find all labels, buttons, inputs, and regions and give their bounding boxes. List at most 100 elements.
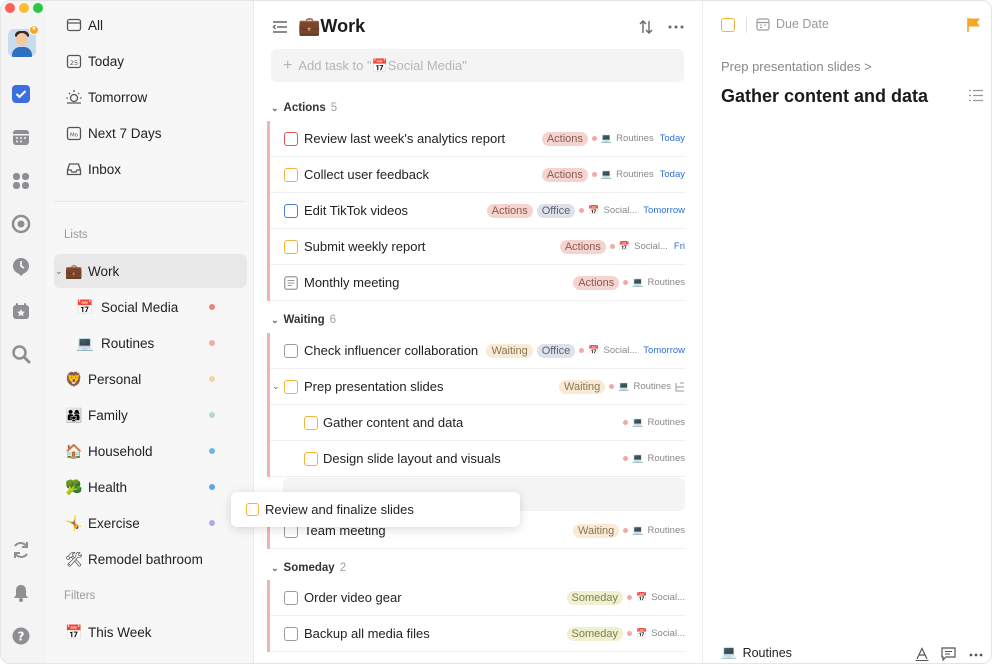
comment-icon[interactable] xyxy=(941,647,956,661)
sync-icon[interactable] xyxy=(11,540,31,560)
sidebar-item-inbox[interactable]: Inbox xyxy=(54,152,247,186)
breadcrumb[interactable]: Prep presentation slides > xyxy=(721,59,872,74)
minimize-window-button[interactable] xyxy=(19,3,29,13)
task-row[interactable]: Monthly meeting Actions 💻 Routines xyxy=(267,265,685,301)
dragged-task-card[interactable]: Review and finalize slides xyxy=(231,492,520,527)
tag-badge[interactable]: Actions xyxy=(573,275,620,290)
tag-badge[interactable]: Office xyxy=(536,203,576,218)
due-date-button[interactable]: Due Date xyxy=(756,17,829,31)
task-row[interactable]: Collect user feedback Actions 💻 Routines… xyxy=(267,157,685,193)
add-task-input[interactable]: + Add task to "📅Social Media" xyxy=(271,49,684,82)
task-list-name: Routines xyxy=(633,381,672,392)
notifications-bell-icon[interactable] xyxy=(11,583,31,603)
tag-badge[interactable]: Waiting xyxy=(559,379,606,394)
sidebar-item-personal[interactable]: 🦁 Personal xyxy=(54,362,247,396)
task-meta: Actions 💻 Routines Today xyxy=(541,167,685,182)
task-due-date: Fri xyxy=(673,241,685,252)
calendar-emoji-icon: 📅 xyxy=(588,205,600,215)
task-checkbox[interactable] xyxy=(284,131,298,146)
task-list-selector[interactable]: 💻 Routines xyxy=(721,645,792,660)
sidebar-item-social-media[interactable]: 📅 Social Media xyxy=(54,290,247,324)
task-checkbox[interactable] xyxy=(284,343,298,358)
sidebar-item-routines[interactable]: 💻 Routines xyxy=(54,326,247,360)
sidebar-item-work[interactable]: ⌄ 💼 Work xyxy=(54,254,247,288)
sidebar-item-remodel-bathroom[interactable]: 🛠 Remodel bathroom xyxy=(54,542,247,576)
sidebar-item-all[interactable]: All xyxy=(54,8,247,42)
sidebar-item-next-7-days[interactable]: Mo Next 7 Days xyxy=(54,116,247,150)
tag-badge[interactable]: Actions xyxy=(541,131,588,146)
briefcase-icon: 💼 xyxy=(65,262,83,279)
calendar-icon xyxy=(756,18,770,31)
countdown-icon[interactable] xyxy=(11,301,31,321)
close-window-button[interactable] xyxy=(5,3,15,13)
briefcase-icon: 💼 xyxy=(298,16,321,36)
sidebar-item-exercise[interactable]: 🤸 Exercise xyxy=(54,506,247,540)
group-header-someday[interactable]: ⌄ Someday 2 xyxy=(271,562,346,574)
task-meta: Waiting 💻 Routines xyxy=(573,523,685,538)
task-row[interactable]: ⌄ Prep presentation slides Waiting 💻 Rou… xyxy=(267,369,685,405)
eisenhower-matrix-icon[interactable] xyxy=(11,171,31,191)
tasks-icon[interactable] xyxy=(11,84,31,104)
subtasks-icon xyxy=(675,382,684,391)
tag-badge[interactable]: Office xyxy=(536,343,576,358)
task-list-name: Routines xyxy=(647,417,686,428)
task-title[interactable]: Gather content and data xyxy=(721,86,928,107)
laptop-icon: 💻 xyxy=(76,334,94,351)
group-header-actions[interactable]: ⌄ Actions 5 xyxy=(271,102,337,114)
note-task-icon[interactable] xyxy=(284,275,298,290)
task-due-date: Tomorrow xyxy=(643,205,685,216)
zoom-window-button[interactable] xyxy=(33,3,43,13)
sidebar-item-today[interactable]: 25 Today xyxy=(54,44,247,78)
task-row[interactable]: Order video gear Someday 📅 Social... xyxy=(267,580,685,616)
tag-badge[interactable]: Actions xyxy=(559,239,606,254)
chevron-down-icon[interactable]: ⌄ xyxy=(272,381,280,392)
tag-badge[interactable]: Actions xyxy=(541,167,588,182)
chevron-down-icon[interactable]: ⌄ xyxy=(55,266,63,277)
task-checkbox[interactable] xyxy=(284,239,298,254)
house-icon: 🏠 xyxy=(65,442,83,459)
task-checkbox[interactable] xyxy=(304,451,318,466)
group-header-waiting[interactable]: ⌄ Waiting 6 xyxy=(271,314,336,326)
more-options-icon[interactable] xyxy=(668,25,684,29)
task-checkbox[interactable] xyxy=(284,203,298,218)
subtask-list-icon[interactable] xyxy=(969,89,983,102)
sidebar-item-family[interactable]: 👨‍👩‍👧 Family xyxy=(54,398,247,432)
task-list-name: Routines xyxy=(616,133,654,144)
task-checkbox[interactable] xyxy=(284,590,298,605)
task-checkbox[interactable] xyxy=(246,503,259,516)
search-icon[interactable] xyxy=(11,344,31,364)
subtask-row[interactable]: Design slide layout and visuals 💻 Routin… xyxy=(267,441,685,477)
help-icon[interactable]: ? xyxy=(11,626,31,646)
task-row[interactable]: Check influencer collaboration Waiting O… xyxy=(267,333,685,369)
task-row[interactable]: Review last week's analytics report Acti… xyxy=(267,121,685,157)
sidebar-item-health[interactable]: 🥦 Health xyxy=(54,470,247,504)
priority-flag-icon[interactable] xyxy=(966,17,982,33)
text-format-icon[interactable] xyxy=(915,647,929,661)
task-checkbox[interactable] xyxy=(304,415,318,430)
tag-badge[interactable]: Someday xyxy=(566,626,623,641)
task-row[interactable]: Edit TikTok videos Actions Office 📅 Soci… xyxy=(267,193,685,229)
sort-icon[interactable] xyxy=(638,19,654,35)
detail-task-checkbox[interactable] xyxy=(721,18,735,32)
sidebar-item-this-week[interactable]: 📅 This Week xyxy=(54,615,247,649)
habit-icon[interactable] xyxy=(11,257,31,277)
calendar-icon[interactable] xyxy=(11,127,31,147)
subtask-row[interactable]: Gather content and data 💻 Routines xyxy=(267,405,685,441)
task-checkbox[interactable] xyxy=(284,626,298,641)
task-checkbox[interactable] xyxy=(284,167,298,182)
svg-text:Mo: Mo xyxy=(70,133,79,139)
tag-badge[interactable]: Waiting xyxy=(573,523,620,538)
task-row[interactable]: Backup all media files Someday 📅 Social.… xyxy=(267,616,685,652)
task-checkbox[interactable] xyxy=(284,379,298,394)
tag-badge[interactable]: Someday xyxy=(566,590,623,605)
list-color-dot xyxy=(209,448,215,454)
task-row[interactable]: Submit weekly report Actions 📅 Social...… xyxy=(267,229,685,265)
tag-badge[interactable]: Actions xyxy=(486,203,533,218)
app-window: ★ ? All 25 Today Tomorrow Mo Next 7 Days… xyxy=(0,0,992,664)
tag-badge[interactable]: Waiting xyxy=(486,343,533,358)
more-options-icon[interactable] xyxy=(969,653,983,657)
sidebar-item-tomorrow[interactable]: Tomorrow xyxy=(54,80,247,114)
sidebar-item-household[interactable]: 🏠 Household xyxy=(54,434,247,468)
sidebar-toggle-icon[interactable] xyxy=(272,19,288,35)
focus-icon[interactable] xyxy=(11,214,31,234)
